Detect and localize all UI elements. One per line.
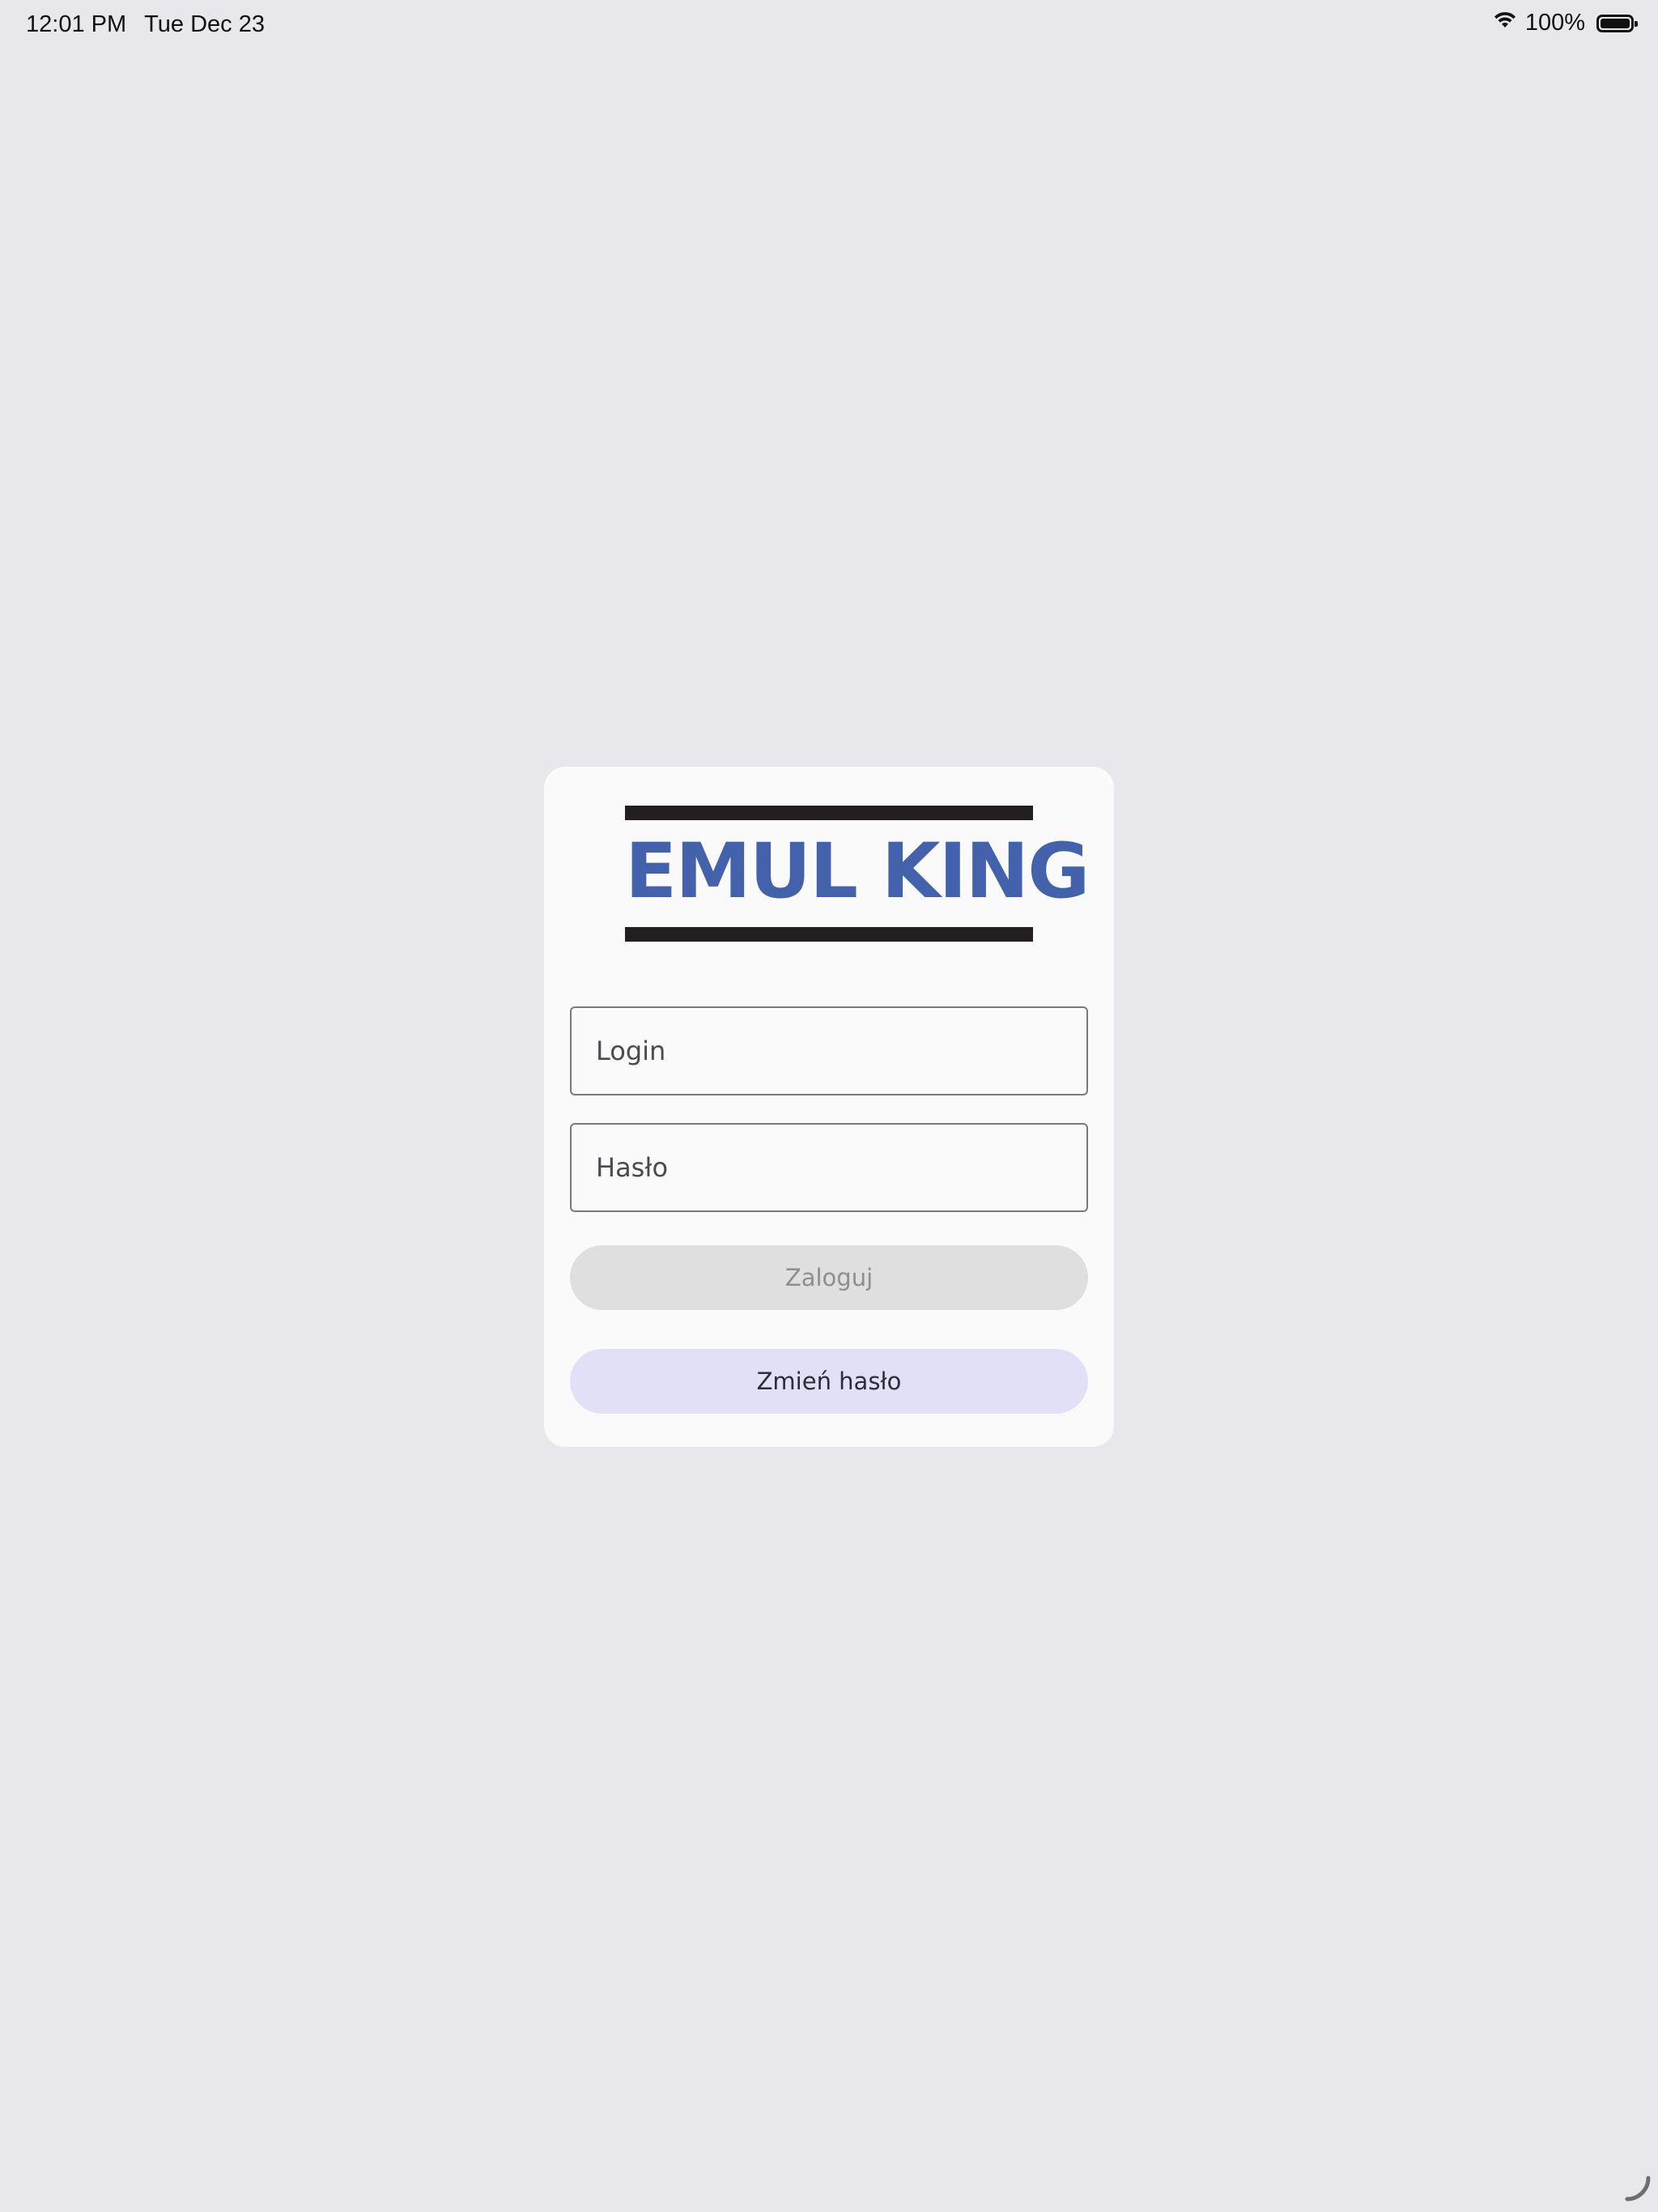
- password-input[interactable]: [570, 1123, 1088, 1212]
- status-left: 12:01 PM Tue Dec 23: [26, 11, 265, 38]
- battery-icon: [1596, 14, 1638, 32]
- login-button[interactable]: Zaloguj: [570, 1245, 1088, 1310]
- status-time: 12:01 PM: [26, 11, 127, 37]
- logo-text: EMUL KING: [625, 827, 1090, 916]
- status-date: Tue Dec 23: [144, 11, 265, 37]
- battery-fill: [1601, 18, 1630, 28]
- battery-tip: [1635, 20, 1638, 27]
- change-password-button[interactable]: Zmień hasło: [570, 1349, 1088, 1414]
- logo-top-bar: [625, 806, 1033, 820]
- battery-percent: 100%: [1524, 10, 1585, 36]
- login-input[interactable]: [570, 1006, 1088, 1095]
- emul-king-logo: EMUL KING: [625, 806, 1090, 942]
- login-card: EMUL KING Zaloguj Zmień hasło: [544, 767, 1114, 1447]
- status-bar: 12:01 PM Tue Dec 23 100%: [0, 0, 1658, 52]
- status-right: 100%: [1493, 10, 1638, 36]
- loading-spinner-icon: [1624, 2175, 1653, 2204]
- wifi-icon: [1493, 10, 1517, 36]
- logo-bottom-bar: [625, 927, 1033, 942]
